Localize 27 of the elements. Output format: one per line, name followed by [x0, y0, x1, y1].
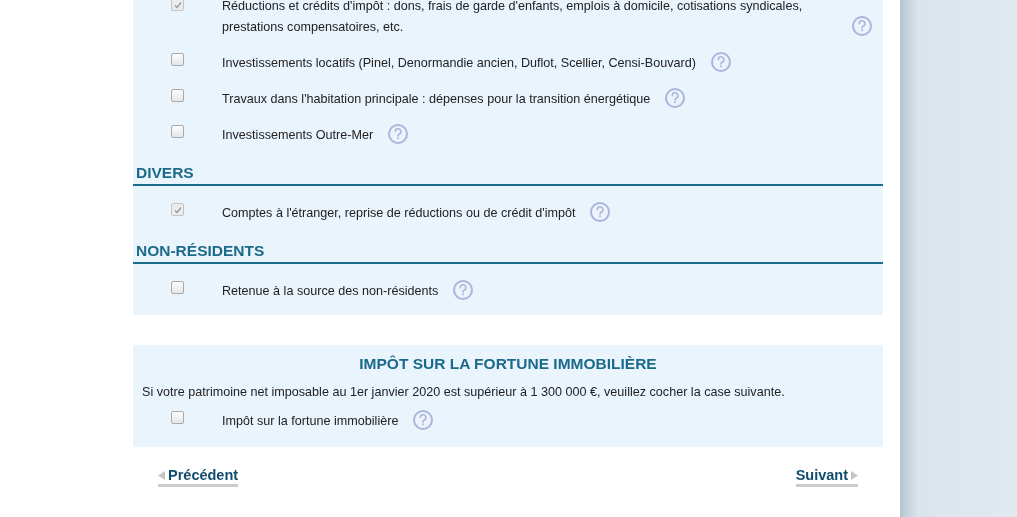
- checkbox[interactable]: [171, 53, 184, 66]
- checkbox[interactable]: [171, 411, 184, 424]
- checkbox-label: Investissements Outre-Mer: [222, 127, 374, 144]
- checkbox-label: Investissements locatifs (Pinel, Denormandie ancien, Duflot, Scellier, Censi-Bouvard): [222, 55, 696, 72]
- checkbox-label: Travaux dans l'habitation principale : dépenses pour la transition énergétique: [222, 91, 651, 108]
- next-link[interactable]: Suivant: [795, 467, 858, 487]
- help-icon[interactable]: [412, 409, 435, 431]
- instruction-text: Si votre patrimoine net imposable au 1er janvier 2020 est supérieur à 1 300 000 €, veuillez cocher la case suivante.: [141, 385, 786, 401]
- checkbox-label: Comptes à l'étranger, reprise de réductions ou de crédit d'impôt: [222, 205, 576, 222]
- previous-link[interactable]: Précédent: [158, 467, 239, 487]
- checkbox-label: Réductions et crédits d'impôt : dons, frais de garde d'enfants, emplois à domicile, cotisations syndicales, prestations compensatoires, etc.: [222, 0, 804, 36]
- help-icon[interactable]: [664, 87, 687, 109]
- checkbox[interactable]: [171, 89, 184, 102]
- right-triangle-icon: [851, 470, 858, 480]
- checkbox[interactable]: [171, 281, 184, 294]
- section-heading: NON-RÉSIDENTS: [133, 231, 883, 264]
- left-triangle-icon: [158, 470, 165, 480]
- checkbox-label: Impôt sur la fortune immobilière: [222, 413, 399, 430]
- help-icon[interactable]: [387, 123, 410, 145]
- panel-title: IMPÔT SUR LA FORTUNE IMMOBILIÈRE: [358, 354, 658, 374]
- help-icon[interactable]: [589, 201, 612, 223]
- help-icon[interactable]: [709, 51, 732, 73]
- checkbox-label: Retenue à la source des non-résidents: [222, 283, 439, 300]
- section-heading: DIVERS: [133, 153, 883, 186]
- checkbox[interactable]: [171, 125, 184, 138]
- help-icon[interactable]: [452, 279, 475, 301]
- help-icon[interactable]: [851, 15, 873, 37]
